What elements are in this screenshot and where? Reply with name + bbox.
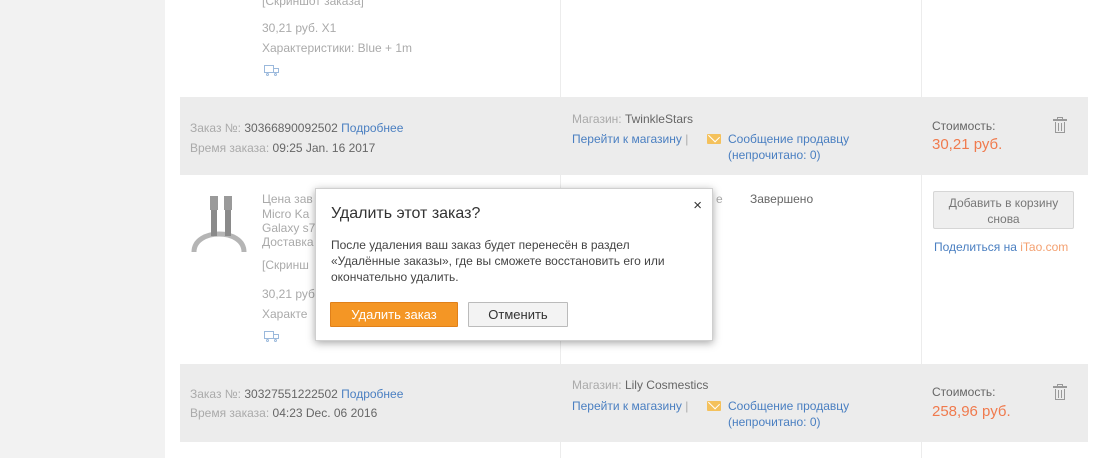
order-number-value: 30366890092502 [244, 121, 338, 135]
delete-order-dialog: Удалить этот заказ? × После удаления ваш… [315, 188, 713, 341]
item-price-qty: 30,21 руб. X1 [262, 21, 337, 35]
order-details-link[interactable]: Подробнее [341, 121, 403, 135]
unread-prefix: (непрочитано: [728, 415, 810, 429]
dialog-title: Удалить этот заказ? [331, 205, 481, 222]
delete-order-button[interactable]: Удалить заказ [330, 302, 458, 327]
item-characteristics: Характеристики: Blue + 1m [262, 41, 413, 55]
share-prefix: Поделиться на [934, 240, 1021, 254]
order-status: Завершено [750, 192, 814, 206]
cancel-button[interactable]: Отменить [468, 302, 568, 327]
order-time-label: Время заказа: [190, 406, 270, 420]
order-number-label: Заказ №: [190, 121, 242, 135]
item-price-qty: 30,21 руб. [262, 287, 319, 301]
envelope-icon [707, 401, 721, 411]
store-actions: Перейти к магазину | [572, 399, 688, 413]
unread-suffix: ) [816, 415, 821, 429]
unread-count-value: 0 [809, 415, 817, 429]
item-line: Micro Ka [262, 207, 310, 221]
cost-label: Стоимость: [932, 119, 996, 133]
shipping-truck-icon [264, 331, 280, 342]
order-cost: 258,96 руб. [932, 403, 1011, 420]
item-characteristics: Характе [262, 307, 308, 321]
screenshot-label[interactable]: [Скринш [262, 258, 309, 272]
order-time-value: 04:23 Dec. 06 2016 [272, 406, 378, 420]
go-to-store-link[interactable]: Перейти к магазину [572, 399, 682, 413]
unread-suffix: ) [816, 148, 821, 162]
go-to-store-link[interactable]: Перейти к магазину [572, 132, 682, 146]
orders-page: [Скриншот заказа] 30,21 руб. X1 Характер… [0, 0, 1093, 458]
store-label: Магазин: [572, 112, 622, 126]
status-partial: е [716, 192, 723, 206]
order-time: Время заказа: 09:25 Jan. 16 2017 [190, 141, 375, 155]
separator: | [685, 132, 689, 146]
dialog-message: После удаления ваш заказ будет перенесён… [331, 238, 665, 284]
store-actions: Перейти к магазину | [572, 132, 688, 146]
left-gutter [0, 0, 165, 458]
cost-label: Стоимость: [932, 385, 996, 399]
order-cost: 30,21 руб. [932, 136, 1003, 153]
item-line: Цена зав [262, 192, 313, 206]
order-number-value: 30327551222502 [244, 387, 338, 401]
order-number: Заказ №: 30327551222502 Подробнее [190, 387, 403, 401]
store-name: TwinkleStars [624, 112, 693, 126]
unread-count[interactable]: (непрочитано: 0) [728, 415, 821, 429]
add-to-cart-again-button[interactable]: Добавить в корзину снова [933, 191, 1074, 229]
trash-icon[interactable] [1053, 384, 1067, 400]
message-seller-link[interactable]: Сообщение продавцу [728, 132, 849, 146]
separator: | [685, 399, 689, 413]
store-info: Магазин: TwinkleStars [572, 112, 693, 126]
store-label: Магазин: [572, 378, 622, 392]
order-number-label: Заказ №: [190, 387, 242, 401]
store-info: Магазин: Lily Cosmestics [572, 378, 708, 392]
product-cable-image[interactable] [188, 188, 250, 254]
order-details-link[interactable]: Подробнее [341, 387, 403, 401]
order-time-value: 09:25 Jan. 16 2017 [272, 141, 376, 155]
unread-count[interactable]: (непрочитано: 0) [728, 148, 821, 162]
close-icon[interactable]: × [693, 197, 702, 214]
screenshot-label[interactable]: [Скриншот заказа] [262, 0, 364, 8]
message-seller-link[interactable]: Сообщение продавцу [728, 399, 849, 413]
shipping-truck-icon [264, 65, 280, 76]
order-number: Заказ №: 30366890092502 Подробнее [190, 121, 403, 135]
order-time-label: Время заказа: [190, 141, 270, 155]
share-site: iTao.com [1020, 240, 1069, 254]
item-line: Доставка [262, 235, 314, 249]
share-link[interactable]: Поделиться на iTao.com [934, 240, 1068, 254]
item-line: Galaxy s7 [262, 221, 316, 235]
trash-icon[interactable] [1053, 117, 1067, 133]
unread-prefix: (непрочитано: [728, 148, 810, 162]
unread-count-value: 0 [809, 148, 817, 162]
order-time: Время заказа: 04:23 Dec. 06 2016 [190, 406, 377, 420]
store-name: Lily Cosmestics [624, 378, 709, 392]
envelope-icon [707, 134, 721, 144]
